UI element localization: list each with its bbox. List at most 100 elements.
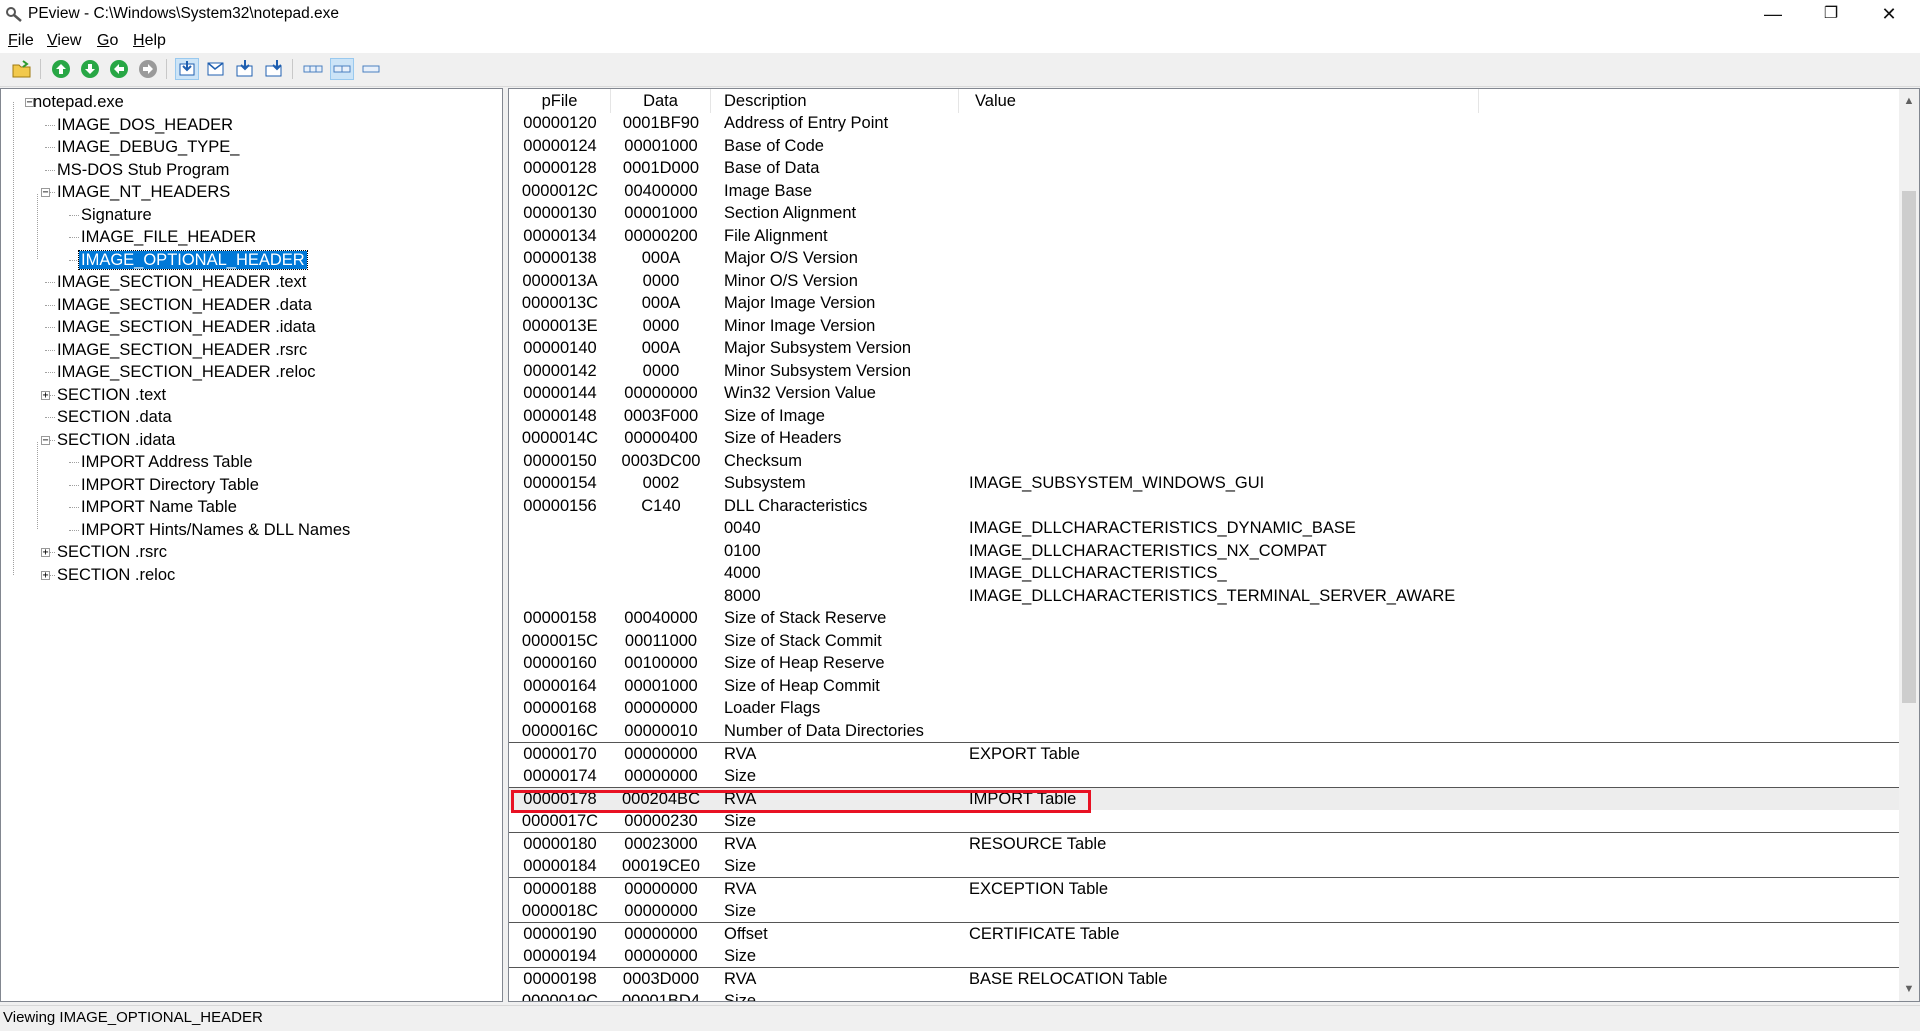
table-row[interactable]: 00000130 00001000 Section Alignment [509, 202, 1899, 225]
table-row[interactable]: 0000015C 00011000 Size of Stack Commit [509, 630, 1899, 653]
table-row[interactable]: 00000148 0003F000 Size of Image [509, 405, 1899, 428]
tree-item[interactable]: IMPORT Hints/Names & DLL Names [79, 519, 352, 541]
table-row[interactable]: 00000174 00000000 Size [509, 765, 1899, 788]
menu-go[interactable]: Go [97, 32, 118, 50]
table-row[interactable]: 00000150 0003DC00 Checksum [509, 450, 1899, 473]
open-file-icon[interactable] [10, 58, 34, 80]
table-row[interactable]: 00000134 00000200 File Alignment [509, 225, 1899, 248]
table-row[interactable]: 0000013A 0000 Minor O/S Version [509, 270, 1899, 293]
previous-icon[interactable] [107, 58, 131, 80]
table-row[interactable]: 00000184 00019CE0 Size [509, 855, 1899, 878]
table-row[interactable]: 0000018C 00000000 Size [509, 900, 1899, 923]
table-row[interactable]: 0000016C 00000010 Number of Data Directori… [509, 720, 1899, 743]
table-row[interactable]: 00000158 00040000 Size of Stack Reserve [509, 607, 1899, 630]
table-row[interactable]: 00000198 0003D000 RVA BASE RELOCATION Table [509, 967, 1899, 990]
table-row[interactable]: 00000124 00001000 Base of Code [509, 135, 1899, 158]
view-byte-icon[interactable] [175, 58, 199, 80]
table-row[interactable]: 00000190 00000000 Offset CERTIFICATE Table [509, 922, 1899, 945]
table-row[interactable]: 00000180 00023000 RVA RESOURCE Table [509, 832, 1899, 855]
table-row[interactable]: 0000014C 00000400 Size of Headers [509, 427, 1899, 450]
tree-item[interactable]: IMPORT Address Table [79, 451, 255, 473]
tree-item[interactable]: IMAGE_SECTION_HEADER .rsrc [55, 339, 309, 361]
tree-item[interactable]: IMAGE_DEBUG_TYPE_ [55, 136, 241, 158]
cell-pfile: 00000194 [523, 946, 597, 965]
tree-item[interactable]: MS-DOS Stub Program [55, 159, 231, 181]
tree-item[interactable]: IMAGE_FILE_HEADER [79, 226, 258, 248]
table-row[interactable]: 00000168 00000000 Loader Flags [509, 697, 1899, 720]
tree-item[interactable]: SECTION .text [55, 384, 168, 406]
table-row[interactable]: 00000140 000A Major Subsystem Version [509, 337, 1899, 360]
table-row[interactable]: 00000128 0001D000 Base of Data [509, 157, 1899, 180]
cell-description: Size of Stack Reserve [724, 609, 887, 627]
back-icon[interactable] [49, 58, 73, 80]
expand-icon[interactable]: + [41, 570, 50, 580]
cell-data: 00023000 [624, 835, 698, 853]
scroll-down-icon[interactable]: ▼ [1899, 979, 1919, 999]
tree-item[interactable]: IMAGE_NT_HEADERS [55, 181, 232, 203]
table-row[interactable]: 0000013E 0000 Minor Image Version [509, 315, 1899, 338]
scroll-up-icon[interactable]: ▲ [1899, 91, 1919, 111]
collapse-icon[interactable]: − [41, 435, 50, 445]
menu-file[interactable]: File [8, 32, 34, 50]
expand-icon[interactable]: + [41, 390, 50, 400]
view-word-icon[interactable] [204, 58, 228, 80]
table-row[interactable]: 0000017C 00000230 Size [509, 810, 1899, 833]
tree-item[interactable]: IMAGE_SECTION_HEADER .data [55, 294, 314, 316]
table-row[interactable]: 00000138 000A Major O/S Version [509, 247, 1899, 270]
restore-button[interactable]: ❐ [1802, 0, 1860, 28]
table-row[interactable]: 8000 IMAGE_DLLCHARACTERISTICS_TERMINAL_SE… [509, 585, 1899, 608]
tree-item[interactable]: IMAGE_OPTIONAL_HEADER [78, 249, 308, 271]
collapse-icon[interactable]: − [41, 188, 50, 198]
column-header-pfile[interactable]: pFile [509, 89, 611, 113]
tree-item[interactable]: IMPORT Directory Table [79, 474, 261, 496]
minimize-button[interactable]: — [1744, 0, 1802, 28]
table-row[interactable]: 0000012C 00400000 Image Base [509, 180, 1899, 203]
tree-view[interactable]: − − + − + + notepad.exe IMAGE_DOS_HEADER IMAGE_… [0, 88, 503, 1002]
table-row[interactable]: 00000120 0001BF90 Address of Entry Point [509, 112, 1899, 135]
tree-item[interactable]: IMAGE_SECTION_HEADER .text [55, 271, 308, 293]
tree-item[interactable]: Signature [79, 204, 154, 226]
detail-list[interactable]: pFile Data Description Value 00000120 000… [508, 88, 1920, 1002]
expand-icon[interactable]: + [41, 548, 50, 558]
table-row[interactable]: 00000194 00000000 Size [509, 945, 1899, 968]
next-icon[interactable] [136, 58, 160, 80]
column-header-value[interactable]: Value [959, 89, 1479, 113]
view-dword-icon[interactable] [233, 58, 257, 80]
table-row[interactable]: 00000164 00001000 Size of Heap Commit [509, 675, 1899, 698]
table-row[interactable]: 00000178 000204BC RVA IMPORT Table [509, 787, 1899, 810]
medium-view-icon[interactable] [330, 58, 354, 80]
table-row[interactable]: 0000019C 00001BD4 Size [509, 990, 1899, 1002]
tree-item[interactable]: SECTION .idata [55, 429, 177, 451]
tree-item[interactable]: SECTION .data [55, 406, 174, 428]
table-row[interactable]: 4000 IMAGE_DLLCHARACTERISTICS_ [509, 562, 1899, 585]
table-row[interactable]: 00000144 00000000 Win32 Version Value [509, 382, 1899, 405]
table-row[interactable]: 00000142 0000 Minor Subsystem Version [509, 360, 1899, 383]
table-row[interactable]: 0000013C 000A Major Image Version [509, 292, 1899, 315]
forward-icon[interactable] [78, 58, 102, 80]
tree-item[interactable]: IMAGE_SECTION_HEADER .idata [55, 316, 318, 338]
wide-view-icon[interactable] [301, 58, 325, 80]
menu-help[interactable]: Help [133, 32, 166, 50]
tree-item[interactable]: IMAGE_SECTION_HEADER .reloc [55, 361, 318, 383]
tree-item[interactable]: SECTION .reloc [55, 564, 177, 586]
tree-item[interactable]: IMPORT Name Table [79, 496, 239, 518]
table-row[interactable]: 00000160 00100000 Size of Heap Reserve [509, 652, 1899, 675]
menu-view[interactable]: View [47, 32, 81, 50]
narrow-view-icon[interactable] [359, 58, 383, 80]
table-row[interactable]: 00000156 C140 DLL Characteristics [509, 495, 1899, 518]
vertical-scrollbar[interactable]: ▲ ▼ [1899, 89, 1919, 1001]
tree-item[interactable]: IMAGE_DOS_HEADER [55, 114, 235, 136]
tree-item[interactable]: SECTION .rsrc [55, 541, 169, 563]
scroll-thumb[interactable] [1902, 191, 1916, 703]
table-row[interactable]: 0040 IMAGE_DLLCHARACTERISTICS_DYNAMIC_BAS… [509, 517, 1899, 540]
view-qword-icon[interactable] [262, 58, 286, 80]
table-row[interactable]: 00000170 00000000 RVA EXPORT Table [509, 742, 1899, 765]
column-header-description[interactable]: Description [711, 89, 959, 113]
table-row[interactable]: 00000188 00000000 RVA EXCEPTION Table [509, 877, 1899, 900]
column-header-data[interactable]: Data [611, 89, 711, 113]
close-button[interactable]: ✕ [1860, 0, 1918, 28]
tree-item[interactable]: notepad.exe [31, 91, 126, 113]
cell-data: 00001BD4 [622, 991, 700, 1002]
table-row[interactable]: 0100 IMAGE_DLLCHARACTERISTICS_NX_COMPAT [509, 540, 1899, 563]
table-row[interactable]: 00000154 0002 Subsystem IMAGE_SUBSYSTEM_WIN… [509, 472, 1899, 495]
